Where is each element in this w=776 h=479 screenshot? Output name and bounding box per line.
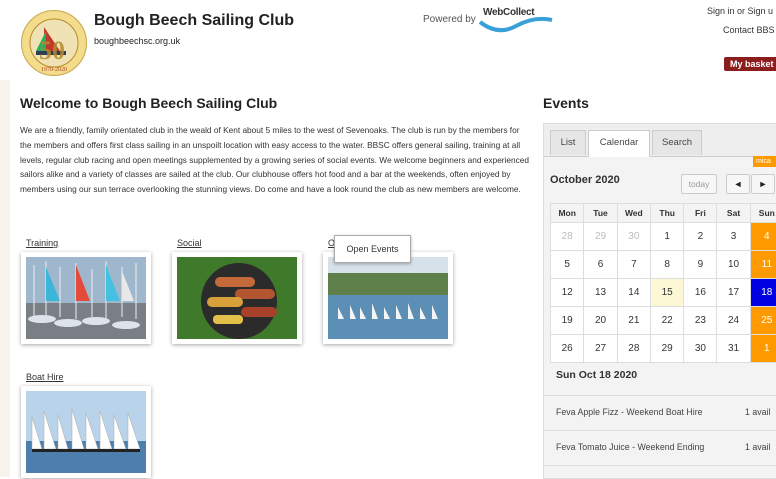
tab-search[interactable]: Search — [652, 130, 702, 155]
calendar-day[interactable]: 6 — [583, 250, 618, 279]
card-title-training[interactable]: Training — [26, 238, 58, 248]
club-logo[interactable]: 50 1970-2020 — [21, 10, 87, 76]
card-open-events[interactable] — [323, 252, 453, 344]
site-header: 50 1970-2020 Bough Beech Sailing Club bo… — [0, 0, 776, 80]
calendar-day[interactable]: 29 — [583, 222, 618, 251]
event-name: Feva Tomato Juice - Weekend Ending — [556, 442, 705, 452]
selected-day-heading: Sun Oct 18 2020 — [556, 369, 638, 381]
boat-hire-image — [26, 391, 146, 473]
card-title-boat-hire[interactable]: Boat Hire — [26, 372, 64, 382]
weekday-header: Sun — [749, 203, 776, 223]
calendar-day[interactable]: 8 — [650, 250, 685, 279]
events-tabbar: List Calendar Search — [544, 124, 776, 157]
legend-badge: mica — [753, 156, 776, 167]
event-availability: 1 avail — [745, 442, 771, 452]
weekday-header: Thu — [650, 203, 685, 223]
today-button[interactable]: today — [681, 174, 717, 194]
calendar-day[interactable]: 19 — [549, 306, 585, 335]
weekday-header: Mon — [549, 203, 585, 223]
weekday-header: Fri — [683, 203, 718, 223]
event-item[interactable]: Feva Apple Fizz - Weekend Boat Hire 1 av… — [544, 395, 776, 428]
calendar-day[interactable]: 10 — [716, 250, 751, 279]
event-availability: 1 avail — [745, 407, 771, 417]
svg-text:1970-2020: 1970-2020 — [41, 67, 67, 73]
calendar-day[interactable]: 26 — [549, 334, 585, 363]
prev-month-icon[interactable]: ◄ — [726, 174, 750, 194]
next-month-icon[interactable]: ► — [751, 174, 775, 194]
calendar-day[interactable]: 21 — [616, 306, 652, 335]
weekday-header: Sat — [716, 203, 751, 223]
weekday-header: Tue — [583, 203, 618, 223]
calendar-day[interactable]: 30 — [616, 222, 652, 251]
calendar-day-event[interactable]: 1 — [749, 334, 776, 363]
open-events-image — [328, 257, 448, 339]
events-title: Events — [543, 95, 589, 111]
calendar-day-today[interactable]: 15 — [650, 278, 685, 307]
calendar-day[interactable]: 28 — [549, 222, 585, 251]
events-panel: List Calendar Search mica October 2020 t… — [543, 123, 776, 479]
calendar-day[interactable]: 9 — [683, 250, 718, 279]
card-boat-hire[interactable] — [21, 386, 151, 478]
calendar-day[interactable]: 30 — [683, 334, 718, 363]
calendar-day[interactable]: 20 — [583, 306, 618, 335]
calendar-day[interactable]: 13 — [583, 278, 618, 307]
social-image — [177, 257, 297, 339]
tab-calendar[interactable]: Calendar — [588, 130, 650, 157]
event-name: Feva Apple Fizz - Weekend Boat Hire — [556, 407, 703, 417]
card-training[interactable] — [21, 252, 151, 344]
contact-link[interactable]: Contact BBS — [723, 25, 775, 35]
calendar-day[interactable]: 29 — [650, 334, 685, 363]
intro-paragraph: We are a friendly, family orientated clu… — [20, 125, 530, 195]
club-name: Bough Beech Sailing Club — [94, 12, 295, 29]
club-url: boughbeechsc.org.uk — [94, 36, 181, 46]
calendar-day[interactable]: 31 — [716, 334, 751, 363]
calendar-grid: Mon Tue Wed Thu Fri Sat Sun 28 29 30 1 2… — [549, 203, 776, 363]
calendar-day-event[interactable]: 25 — [749, 306, 776, 335]
calendar-day[interactable]: 1 — [650, 222, 685, 251]
calendar-day[interactable]: 12 — [549, 278, 585, 307]
calendar-day[interactable]: 14 — [616, 278, 652, 307]
svg-text:50: 50 — [39, 36, 65, 65]
calendar-day[interactable]: 23 — [683, 306, 718, 335]
card-social[interactable] — [172, 252, 302, 344]
calendar-day[interactable]: 7 — [616, 250, 652, 279]
open-events-tooltip: Open Events — [334, 235, 411, 263]
event-item[interactable]: Feva Tomato Juice - Weekend Ending 1 ava… — [544, 430, 776, 463]
tab-list[interactable]: List — [550, 130, 586, 155]
page-title: Welcome to Bough Beech Sailing Club — [20, 95, 278, 111]
calendar-day[interactable]: 22 — [650, 306, 685, 335]
weekday-header: Wed — [616, 203, 652, 223]
calendar-day[interactable]: 24 — [716, 306, 751, 335]
powered-by-label: Powered by — [423, 14, 476, 25]
calendar-day[interactable]: 16 — [683, 278, 718, 307]
calendar-day[interactable]: 27 — [583, 334, 618, 363]
calendar-day[interactable]: 17 — [716, 278, 751, 307]
calendar-day[interactable]: 2 — [683, 222, 718, 251]
calendar-day[interactable]: 3 — [716, 222, 751, 251]
calendar-day[interactable]: 28 — [616, 334, 652, 363]
my-basket-button[interactable]: My basket — [724, 57, 776, 71]
calendar-month: October 2020 — [550, 174, 620, 186]
card-title-social[interactable]: Social — [177, 238, 202, 248]
calendar-day[interactable]: 5 — [549, 250, 585, 279]
calendar-day-selected[interactable]: 18 — [749, 278, 776, 307]
sign-in-link[interactable]: Sign in or Sign u — [707, 6, 773, 16]
webcollect-text: WebCollect — [483, 7, 535, 18]
training-image — [26, 257, 146, 339]
left-border — [0, 80, 10, 477]
calendar-day-event[interactable]: 11 — [749, 250, 776, 279]
calendar-day-event[interactable]: 4 — [749, 222, 776, 251]
